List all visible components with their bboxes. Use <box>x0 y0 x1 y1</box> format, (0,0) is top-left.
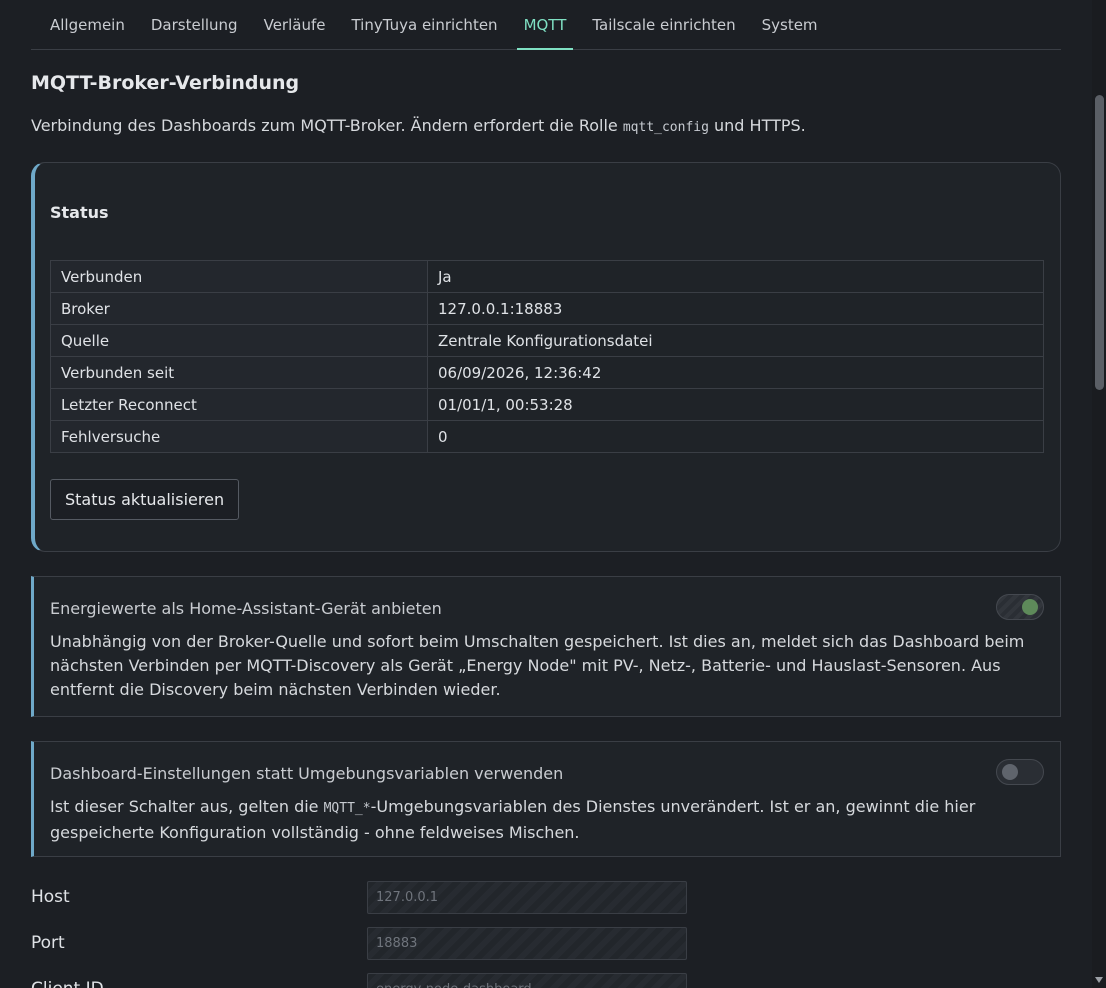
status-key: Broker <box>50 292 428 325</box>
intro-text-start: Verbindung des Dashboards zum MQTT-Broke… <box>31 116 623 135</box>
section-intro: Verbindung des Dashboards zum MQTT-Broke… <box>31 116 806 135</box>
status-value: 127.0.0.1:18883 <box>427 292 1044 325</box>
table-row: Verbunden seit 06/09/2026, 12:36:42 <box>50 356 1044 389</box>
scrollbar-thumb[interactable] <box>1095 95 1104 390</box>
settings-tabs: Allgemein Darstellung Verläufe TinyTuya … <box>31 0 1061 50</box>
host-row: Host <box>31 881 1061 915</box>
status-value: 0 <box>427 420 1044 453</box>
tab-verlaeufe[interactable]: Verläufe <box>251 0 339 49</box>
env-var-code: MQTT_* <box>323 801 371 816</box>
mqtt-settings-page: Allgemein Darstellung Verläufe TinyTuya … <box>31 0 1061 988</box>
table-row: Fehlversuche 0 <box>50 420 1044 453</box>
tab-allgemein[interactable]: Allgemein <box>37 0 138 49</box>
status-key: Letzter Reconnect <box>50 388 428 421</box>
status-table: Verbunden Ja Broker 127.0.0.1:18883 Quel… <box>50 260 1044 453</box>
page-scrollbar[interactable] <box>1092 0 1106 988</box>
table-row: Letzter Reconnect 01/01/1, 00:53:28 <box>50 388 1044 421</box>
status-value: 01/01/1, 00:53:28 <box>427 388 1044 421</box>
port-input[interactable] <box>367 927 687 960</box>
tab-darstellung[interactable]: Darstellung <box>138 0 251 49</box>
status-key: Quelle <box>50 324 428 357</box>
table-row: Quelle Zentrale Konfigurationsdatei <box>50 324 1044 357</box>
override-title: Dashboard-Einstellungen statt Umgebungsv… <box>50 764 564 783</box>
status-key: Fehlversuche <box>50 420 428 453</box>
override-toggle[interactable] <box>996 759 1044 785</box>
host-label: Host <box>31 887 70 907</box>
tab-tailscale[interactable]: Tailscale einrichten <box>579 0 748 49</box>
status-value: Ja <box>427 260 1044 293</box>
tab-tinytuya[interactable]: TinyTuya einrichten <box>338 0 510 49</box>
override-text-start: Ist dieser Schalter aus, gelten die <box>50 797 324 816</box>
discovery-title: Energiewerte als Home-Assistant-Gerät an… <box>50 599 442 618</box>
tab-mqtt[interactable]: MQTT <box>511 0 580 50</box>
table-row: Broker 127.0.0.1:18883 <box>50 292 1044 325</box>
discovery-toggle[interactable] <box>996 594 1044 620</box>
toggle-knob <box>1002 764 1018 780</box>
client-id-row: Client ID <box>31 973 1061 988</box>
status-key: Verbunden seit <box>50 356 428 389</box>
status-card: Status Verbunden Ja Broker 127.0.0.1:188… <box>31 162 1061 552</box>
page-title: MQTT-Broker-Verbindung <box>31 72 300 94</box>
intro-role-code: mqtt_config <box>622 120 709 135</box>
port-row: Port <box>31 927 1061 961</box>
toggle-knob <box>1022 599 1038 615</box>
status-key: Verbunden <box>50 260 428 293</box>
tab-system[interactable]: System <box>749 0 831 49</box>
status-title: Status <box>50 203 109 222</box>
client-id-input[interactable] <box>367 973 687 988</box>
override-panel: Dashboard-Einstellungen statt Umgebungsv… <box>31 741 1061 857</box>
discovery-description: Unabhängig von der Broker-Quelle und sof… <box>50 632 1025 699</box>
scroll-down-arrow-icon[interactable] <box>1095 977 1103 983</box>
discovery-panel: Energiewerte als Home-Assistant-Gerät an… <box>31 576 1061 717</box>
table-row: Verbunden Ja <box>50 260 1044 293</box>
host-input[interactable] <box>367 881 687 914</box>
refresh-status-button[interactable]: Status aktualisieren <box>50 479 240 520</box>
status-value: Zentrale Konfigurationsdatei <box>427 324 1044 357</box>
port-label: Port <box>31 933 65 953</box>
intro-text-end: und HTTPS. <box>708 116 806 135</box>
client-id-label: Client ID <box>31 979 104 988</box>
status-value: 06/09/2026, 12:36:42 <box>427 356 1044 389</box>
override-description: Ist dieser Schalter aus, gelten die MQTT… <box>50 795 1043 845</box>
